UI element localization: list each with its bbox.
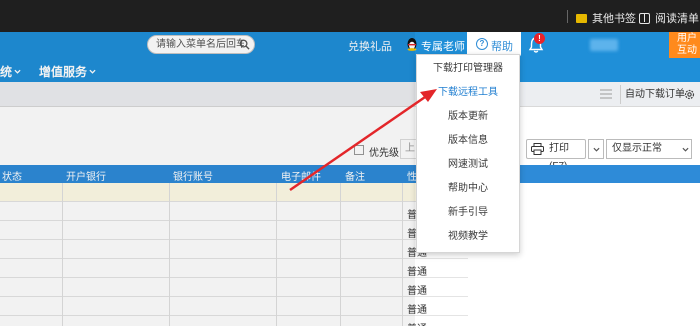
blurred-username (590, 39, 618, 51)
priority-checkbox[interactable] (354, 145, 364, 155)
nav-item-value-added[interactable]: 增值服务 (39, 63, 87, 80)
browser-bookmark-bar: 其他书签 阅读清单 (0, 0, 700, 32)
list-view-icon[interactable] (600, 89, 612, 99)
auto-download-orders-button[interactable]: 自动下载订单 (620, 85, 685, 104)
other-bookmarks-label: 其他书签 (592, 13, 636, 25)
help-label: 帮助 (491, 41, 513, 53)
table-cell: 普通 (407, 305, 427, 316)
menu-item-download-remote-tool[interactable]: 下载远程工具 (417, 81, 519, 105)
user-interact-line1: 用户 (677, 33, 697, 44)
reading-list-icon (639, 12, 650, 24)
menu-item-video-tutorial[interactable]: 视频教学 (417, 225, 519, 249)
other-bookmarks[interactable]: 其他书签 (576, 10, 636, 26)
column-header-email[interactable]: 电子邮件 (281, 168, 321, 183)
printer-icon (531, 143, 544, 155)
menu-item-version-update[interactable]: 版本更新 (417, 105, 519, 129)
app-header: 兑换礼品 专属老师 ? 帮助 ! 用户 互动 统 增值服务 (0, 32, 700, 82)
menu-item-download-print-manager[interactable]: 下载打印管理器 (417, 57, 519, 81)
folder-icon (576, 13, 587, 23)
menu-search (147, 35, 255, 54)
table-row[interactable]: 普通 (0, 259, 468, 278)
table-cell: 普通 (407, 286, 427, 297)
column-divider (169, 183, 170, 326)
menu-item-speed-test[interactable]: 网速测试 (417, 153, 519, 177)
table-header: 状态 开户银行 银行账号 电子邮件 备注 性 (0, 165, 700, 183)
table-row[interactable] (0, 183, 468, 202)
column-divider (340, 183, 341, 326)
table-row[interactable]: 普通 (0, 221, 468, 240)
column-header-account[interactable]: 银行账号 (173, 168, 213, 183)
column-divider (62, 183, 63, 326)
exchange-gift-link[interactable]: 兑换礼品 (348, 38, 392, 54)
menu-item-beginner-guide[interactable]: 新手引导 (417, 201, 519, 225)
table-row[interactable]: 普通 (0, 316, 468, 326)
menu-search-input[interactable] (156, 36, 244, 53)
table-row[interactable]: 普通 (0, 202, 468, 221)
help-icon: ? (476, 38, 488, 50)
gear-icon[interactable] (683, 88, 696, 101)
user-interact-line2: 互动 (677, 45, 697, 56)
toolbar-row: 自动下载订单 (0, 82, 700, 107)
notification-badge: ! (534, 33, 545, 44)
column-header-remark[interactable]: 备注 (345, 168, 365, 183)
menu-item-help-center[interactable]: 帮助中心 (417, 177, 519, 201)
status-filter-value: 仅显示正常 (612, 143, 662, 154)
chevron-down-icon (593, 147, 600, 152)
user-interact-button[interactable]: 用户 互动 (669, 32, 700, 58)
column-divider (276, 183, 277, 326)
table-cell: 普通 (407, 320, 427, 326)
column-header-status[interactable]: 状态 (2, 168, 22, 183)
table-row[interactable]: 普通 (0, 240, 468, 259)
help-dropdown-menu: 下载打印管理器 下载远程工具 版本更新 版本信息 网速测试 帮助中心 新手引导 … (416, 54, 520, 253)
table-row[interactable]: 普通 (0, 278, 468, 297)
bookmark-divider (567, 10, 568, 23)
table-cell: 普通 (407, 267, 427, 278)
exclusive-teacher-link[interactable]: 专属老师 (421, 38, 465, 54)
chevron-down-icon (89, 69, 96, 74)
print-options-dropdown[interactable] (588, 139, 604, 159)
table-row[interactable]: 普通 (0, 297, 468, 316)
status-filter-select[interactable]: 仅显示正常 (606, 139, 692, 159)
search-icon[interactable] (239, 39, 250, 50)
column-header-bank[interactable]: 开户银行 (66, 168, 106, 183)
nav-item-system[interactable]: 统 (0, 63, 12, 80)
column-divider (402, 183, 403, 326)
qq-penguin-icon (407, 38, 417, 51)
chevron-down-icon (14, 69, 21, 74)
reading-list-label: 阅读清单 (655, 13, 699, 25)
priority-label: 优先级 (369, 148, 399, 159)
reading-list[interactable]: 阅读清单 (639, 10, 699, 26)
chevron-down-icon (682, 147, 689, 152)
menu-item-version-info[interactable]: 版本信息 (417, 129, 519, 153)
